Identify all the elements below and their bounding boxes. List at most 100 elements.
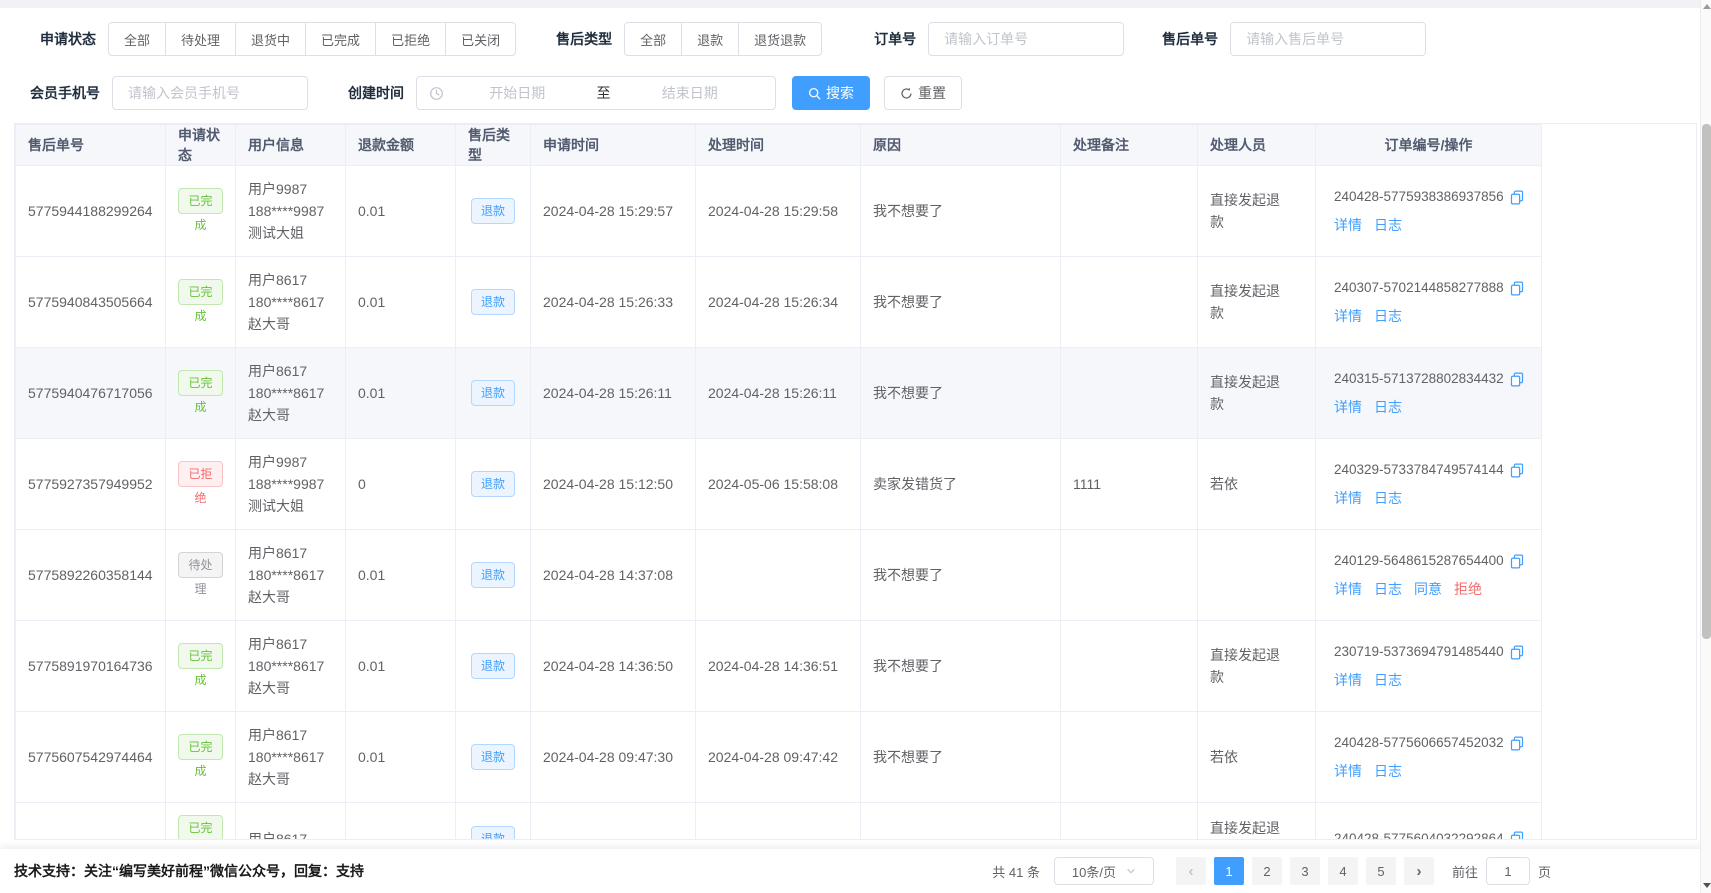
- filter-member-phone: 会员手机号: [30, 76, 308, 110]
- apply-status-option[interactable]: 全部: [108, 22, 166, 56]
- goto-page-input[interactable]: [1486, 857, 1530, 885]
- action-approve-link[interactable]: 同意: [1414, 581, 1442, 597]
- action-detail-link[interactable]: 详情: [1334, 672, 1362, 688]
- cell-reason: 我不想要了: [861, 621, 1061, 712]
- cell-order-actions: 240129-5648615287654400 详情日志同意拒绝: [1316, 530, 1542, 621]
- apply-status-option[interactable]: 待处理: [165, 22, 236, 56]
- order-no: 240428-5775938386937856: [1334, 186, 1504, 208]
- copy-icon[interactable]: [1510, 831, 1524, 840]
- action-detail-link[interactable]: 详情: [1334, 217, 1362, 233]
- footer-bar: 技术支持：关注“编写美好前程”微信公众号，回复：支持 共 41 条 10条/页 …: [0, 849, 1711, 893]
- cell-remark: [1061, 803, 1198, 841]
- order-no: 230719-5373694791485440: [1334, 641, 1504, 663]
- search-button[interactable]: 搜索: [792, 76, 870, 110]
- after-sale-type-option[interactable]: 退款: [681, 22, 739, 56]
- action-detail-link[interactable]: 详情: [1334, 763, 1362, 779]
- order-no-label: 订单号: [874, 29, 916, 49]
- cell-after-sale-type: 退款: [456, 530, 531, 621]
- cell-apply-time: 2024-04-28 09:47:30: [531, 712, 696, 803]
- user-info-line: 赵大哥: [248, 586, 333, 608]
- page-button-3[interactable]: 3: [1290, 857, 1320, 885]
- scrollbar-up-arrow[interactable]: [1701, 0, 1711, 12]
- cell-process-time: [696, 803, 861, 841]
- page-size-select[interactable]: 10条/页: [1054, 857, 1154, 885]
- column-header: 申请时间: [531, 125, 696, 166]
- order-no: 240428-5775604032292864: [1334, 828, 1504, 841]
- row-actions: 详情日志: [1334, 396, 1529, 418]
- cell-after-sale-no: 5775892260358144: [16, 530, 166, 621]
- goto-suffix: 页: [1538, 862, 1551, 881]
- apply-status-option[interactable]: 退货中: [235, 22, 306, 56]
- user-info-line: 180****8617: [248, 655, 333, 677]
- user-info-line: 赵大哥: [248, 404, 333, 426]
- action-log-link[interactable]: 日志: [1374, 672, 1402, 688]
- order-no-input[interactable]: [928, 22, 1124, 56]
- start-date-placeholder[interactable]: 开始日期: [444, 83, 591, 103]
- member-phone-input[interactable]: [112, 76, 308, 110]
- apply-status-option[interactable]: 已拒绝: [375, 22, 446, 56]
- after-sale-no-input[interactable]: [1230, 22, 1426, 56]
- scrollbar-thumb[interactable]: [1702, 124, 1711, 639]
- page-button-5[interactable]: 5: [1366, 857, 1396, 885]
- status-tag: 已完成: [178, 188, 223, 214]
- action-log-link[interactable]: 日志: [1374, 399, 1402, 415]
- apply-status-option[interactable]: 已完成: [305, 22, 376, 56]
- filter-create-time: 创建时间 开始日期 至 结束日期: [348, 76, 776, 110]
- cell-after-sale-no: 5775891970164736: [16, 621, 166, 712]
- user-info-line: 180****8617: [248, 564, 333, 586]
- order-no-line: 230719-5373694791485440: [1334, 641, 1529, 663]
- action-log-link[interactable]: 日志: [1374, 308, 1402, 324]
- copy-icon[interactable]: [1510, 281, 1524, 296]
- reset-button-label: 重置: [918, 83, 946, 103]
- copy-icon[interactable]: [1510, 190, 1524, 205]
- cell-apply-time: 2024-04-28 15:26:11: [531, 348, 696, 439]
- type-tag: 退款: [471, 471, 515, 497]
- column-header: 用户信息: [236, 125, 346, 166]
- type-tag: 退款: [471, 562, 515, 588]
- action-detail-link[interactable]: 详情: [1334, 399, 1362, 415]
- copy-icon[interactable]: [1510, 736, 1524, 751]
- action-detail-link[interactable]: 详情: [1334, 490, 1362, 506]
- user-info-line: 180****8617: [248, 382, 333, 404]
- support-text: 技术支持：关注“编写美好前程”微信公众号，回复：支持: [14, 861, 364, 881]
- row-actions: 详情日志同意拒绝: [1334, 578, 1529, 600]
- end-date-placeholder[interactable]: 结束日期: [617, 83, 764, 103]
- scrollbar-down-arrow[interactable]: [1701, 879, 1711, 891]
- order-no-line: 240307-5702144858277888: [1334, 277, 1529, 299]
- page-top-strip: [0, 0, 1711, 8]
- order-no: 240329-5733784749574144: [1334, 459, 1504, 481]
- action-log-link[interactable]: 日志: [1374, 217, 1402, 233]
- action-log-link[interactable]: 日志: [1374, 763, 1402, 779]
- copy-icon[interactable]: [1510, 554, 1524, 569]
- cell-user-info: 用户8617180****8617赵大哥: [236, 712, 346, 803]
- next-page-button[interactable]: ›: [1404, 857, 1434, 885]
- after-sale-type-option[interactable]: 退货退款: [738, 22, 822, 56]
- cell-after-sale-type: 退款: [456, 257, 531, 348]
- reset-button[interactable]: 重置: [884, 76, 962, 110]
- column-header: 售后单号: [16, 125, 166, 166]
- copy-icon[interactable]: [1510, 372, 1524, 387]
- page-button-4[interactable]: 4: [1328, 857, 1358, 885]
- type-tag: 退款: [471, 653, 515, 679]
- copy-icon[interactable]: [1510, 463, 1524, 478]
- cell-process-time: 2024-04-28 14:36:51: [696, 621, 861, 712]
- after-sale-type-option[interactable]: 全部: [624, 22, 682, 56]
- create-time-range-picker[interactable]: 开始日期 至 结束日期: [416, 76, 776, 110]
- action-reject-link[interactable]: 拒绝: [1454, 581, 1482, 597]
- window-scrollbar[interactable]: [1700, 0, 1711, 893]
- order-no: 240129-5648615287654400: [1334, 550, 1504, 572]
- action-detail-link[interactable]: 详情: [1334, 308, 1362, 324]
- prev-page-button[interactable]: ‹: [1176, 857, 1206, 885]
- cell-after-sale-type: 退款: [456, 712, 531, 803]
- user-info-line: 188****9987: [248, 200, 333, 222]
- action-log-link[interactable]: 日志: [1374, 581, 1402, 597]
- action-log-link[interactable]: 日志: [1374, 490, 1402, 506]
- action-detail-link[interactable]: 详情: [1334, 581, 1362, 597]
- cell-apply-status: 已完成: [166, 712, 236, 803]
- page-button-1[interactable]: 1: [1214, 857, 1244, 885]
- apply-status-option[interactable]: 已关闭: [445, 22, 516, 56]
- copy-icon[interactable]: [1510, 645, 1524, 660]
- row-actions: 详情日志: [1334, 487, 1529, 509]
- page-number-list: 12345: [1210, 857, 1400, 885]
- page-button-2[interactable]: 2: [1252, 857, 1282, 885]
